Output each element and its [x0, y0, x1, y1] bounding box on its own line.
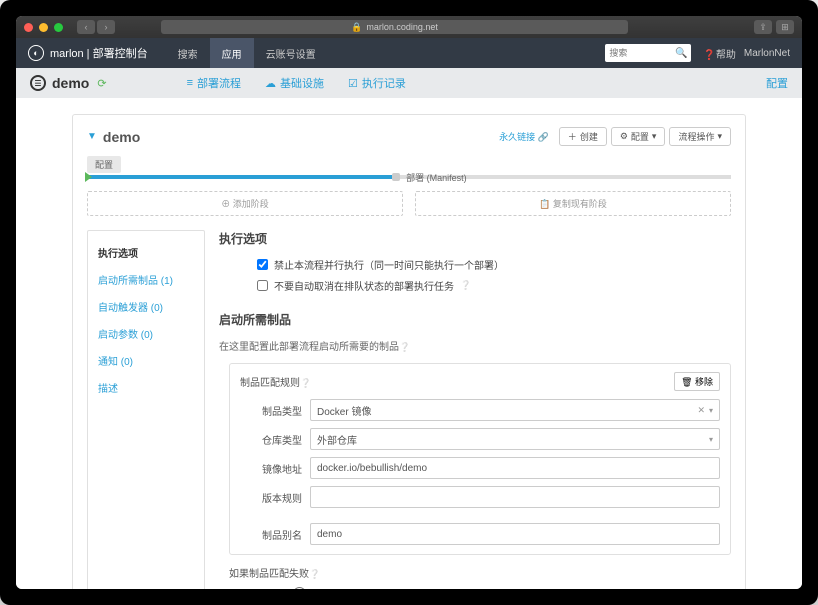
share-button[interactable]: ⇪: [754, 20, 772, 34]
nav-apps[interactable]: 应用: [210, 38, 254, 68]
repo-type-select[interactable]: 外部仓库 ▾: [310, 428, 720, 450]
close-window[interactable]: [24, 23, 33, 32]
use-prior-label: 使用前一部署流程制品: [311, 586, 411, 589]
remove-rule-button[interactable]: 🗑 移除: [674, 372, 720, 391]
chevron-down-icon: ▾: [709, 406, 713, 415]
clear-icon[interactable]: ✕: [697, 405, 705, 415]
collapse-icon[interactable]: ▼: [87, 131, 97, 142]
image-addr-label: 镜像地址: [240, 461, 310, 476]
config-stage[interactable]: 配置: [87, 156, 121, 173]
deploy-stage[interactable]: 部署 (Manifest): [406, 171, 467, 184]
no-auto-cancel-checkbox[interactable]: [257, 280, 268, 291]
fail-title: 如果制品匹配失败❔: [229, 565, 731, 580]
artifacts-desc: 在这里配置此部署流程启动所需要的制品❔: [219, 338, 731, 353]
stage-handle[interactable]: [392, 173, 400, 181]
maximize-window[interactable]: [54, 23, 63, 32]
minimize-window[interactable]: [39, 23, 48, 32]
sub-nav: ☰ demo ⟳ ≡部署流程 ☁基础设施 ☑执行记录 配置: [16, 68, 802, 98]
help-icon[interactable]: ❔: [460, 280, 471, 291]
search-input[interactable]: [609, 48, 669, 58]
app-title: demo: [52, 75, 89, 91]
refresh-icon[interactable]: ⟳: [97, 77, 106, 90]
artifact-type-select[interactable]: Docker 镜像 ✕▾: [310, 399, 720, 421]
back-button[interactable]: ‹: [77, 20, 95, 34]
tab-pipelines[interactable]: ≡部署流程: [187, 75, 241, 91]
global-search[interactable]: 🔍: [605, 44, 691, 62]
search-icon[interactable]: 🔍: [675, 48, 687, 59]
sidebar-params[interactable]: 启动参数 (0): [88, 320, 204, 347]
artifact-type-label: 制品类型: [240, 403, 310, 418]
sidebar-description[interactable]: 描述: [88, 374, 204, 401]
copy-stage-button[interactable]: 📋 复制现有阶段: [415, 191, 731, 216]
mac-titlebar: ‹ › 🔒 marlon.coding.net ⇪ ⊞: [16, 16, 802, 38]
tabs-button[interactable]: ⊞: [776, 20, 794, 34]
tab-infrastructure[interactable]: ☁基础设施: [265, 75, 324, 91]
chevron-down-icon: ▾: [709, 435, 713, 444]
version-rule-label: 版本规则: [240, 490, 310, 505]
artifact-rule: 制品匹配规则❔ 🗑 移除 制品类型 Docker 镜像 ✕▾: [229, 363, 731, 555]
repo-type-label: 仓库类型: [240, 432, 310, 447]
add-stage-button[interactable]: ⊕ 添加阶段: [87, 191, 403, 216]
rule-title: 制品匹配规则❔: [240, 374, 311, 389]
help-icon[interactable]: ❔: [399, 342, 410, 352]
check-icon: ☑: [348, 77, 358, 90]
configure-link[interactable]: 配置: [766, 75, 788, 91]
artifacts-title: 启动所需制品: [219, 311, 731, 328]
nav-cloud-accounts[interactable]: 云账号设置: [254, 38, 328, 68]
top-nav: ◐ marlon | 部署控制台 搜索 应用 云账号设置 🔍 ❓帮助 Marlo…: [16, 38, 802, 68]
pipeline-start-icon: [85, 172, 92, 182]
exec-options-title: 执行选项: [219, 230, 731, 247]
sidebar-artifacts[interactable]: 启动所需制品 (1): [88, 266, 204, 293]
list-icon: ≡: [187, 77, 193, 89]
tab-executions[interactable]: ☑执行记录: [348, 75, 406, 91]
help-link[interactable]: ❓帮助: [703, 46, 735, 61]
pipeline-ops-button[interactable]: 流程操作▾: [669, 127, 731, 146]
url-bar[interactable]: 🔒 marlon.coding.net: [161, 20, 628, 34]
logo-icon: ◐: [28, 45, 44, 61]
app-icon: ☰: [30, 75, 46, 91]
nav-search[interactable]: 搜索: [166, 38, 210, 68]
alias-label: 制品别名: [240, 527, 310, 542]
sidebar-triggers[interactable]: 自动触发器 (0): [88, 293, 204, 320]
forward-button[interactable]: ›: [97, 20, 115, 34]
cloud-icon: ☁: [265, 77, 276, 90]
version-rule-input[interactable]: [310, 486, 720, 508]
pipeline-graph: 配置 部署 (Manifest): [87, 156, 731, 179]
no-auto-cancel-label: 不要自动取消在排队状态的部署执行任务: [274, 278, 454, 293]
use-prior-radio[interactable]: [293, 587, 306, 589]
sidebar-notifications[interactable]: 通知 (0): [88, 347, 204, 374]
config-button[interactable]: ⚙配置▾: [611, 127, 666, 146]
config-sidebar: 执行选项 启动所需制品 (1) 自动触发器 (0) 启动参数 (0) 通知 (0…: [87, 230, 205, 589]
lock-icon: 🔒: [351, 22, 362, 33]
sidebar-exec-options[interactable]: 执行选项: [88, 239, 204, 266]
brand-title: marlon | 部署控制台: [50, 45, 148, 61]
permalink[interactable]: 永久链接 🔗: [499, 130, 549, 143]
image-addr-input[interactable]: [310, 457, 720, 479]
create-button[interactable]: ＋创建: [559, 127, 607, 146]
alias-input[interactable]: [310, 523, 720, 545]
pipeline-title: demo: [103, 129, 140, 145]
url-text: marlon.coding.net: [366, 22, 438, 32]
username[interactable]: MarlonNet: [744, 48, 790, 59]
disable-parallel-label: 禁止本流程并行执行（同一时间只能执行一个部署）: [274, 257, 504, 272]
disable-parallel-checkbox[interactable]: [257, 259, 268, 270]
pipeline-card: ▼ demo 永久链接 🔗 ＋创建 ⚙配置▾ 流程操作▾ 配置: [72, 114, 746, 589]
